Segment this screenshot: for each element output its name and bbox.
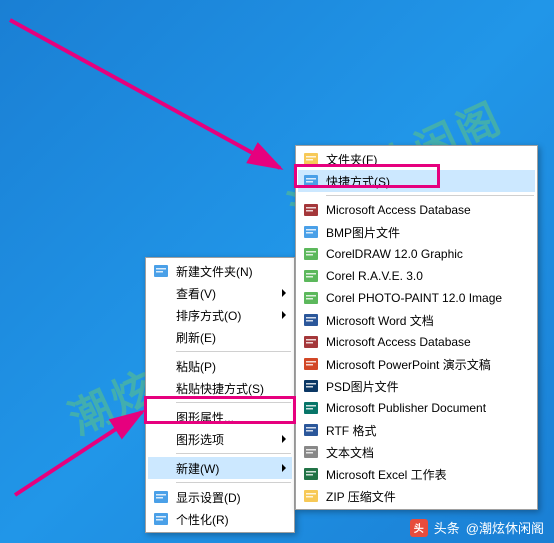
blank-icon bbox=[152, 357, 170, 375]
menu-item-label: Microsoft Word 文档 bbox=[326, 312, 517, 329]
menu-item[interactable]: 文本文档 bbox=[298, 441, 535, 463]
menu-item[interactable]: ZIP 压缩文件 bbox=[298, 485, 535, 507]
rave-icon bbox=[302, 267, 320, 285]
menu-item-label: 个性化(R) bbox=[176, 511, 274, 528]
blank-icon bbox=[152, 379, 170, 397]
cdr-icon bbox=[302, 245, 320, 263]
rtf-icon bbox=[302, 421, 320, 439]
access-icon bbox=[302, 333, 320, 351]
word-icon bbox=[302, 311, 320, 329]
menu-item[interactable]: 快捷方式(S) bbox=[298, 170, 535, 192]
chevron-right-icon bbox=[282, 464, 286, 472]
menu-item-label: 粘贴(P) bbox=[176, 358, 274, 375]
txt-icon bbox=[302, 443, 320, 461]
menu-item-label: 粘贴快捷方式(S) bbox=[176, 380, 274, 397]
menu-item[interactable]: Microsoft Access Database bbox=[298, 199, 535, 221]
menu-item-label: CorelDRAW 12.0 Graphic bbox=[326, 247, 517, 261]
menu-item[interactable]: Microsoft Publisher Document bbox=[298, 397, 535, 419]
menu-item-label: BMP图片文件 bbox=[326, 224, 517, 241]
psd-icon bbox=[302, 377, 320, 395]
menu-item-label: 文本文档 bbox=[326, 444, 517, 461]
blank-icon bbox=[152, 459, 170, 477]
chevron-right-icon bbox=[282, 311, 286, 319]
menu-separator bbox=[326, 195, 534, 196]
zip-icon bbox=[302, 487, 320, 505]
share-icon bbox=[152, 262, 170, 280]
menu-item-label: Microsoft Excel 工作表 bbox=[326, 466, 517, 483]
menu-item[interactable]: Corel PHOTO-PAINT 12.0 Image bbox=[298, 287, 535, 309]
menu-item[interactable]: PSD图片文件 bbox=[298, 375, 535, 397]
blank-icon bbox=[152, 284, 170, 302]
menu-item[interactable]: Microsoft Word 文档 bbox=[298, 309, 535, 331]
excel-icon bbox=[302, 465, 320, 483]
annotation-arrow bbox=[0, 0, 300, 200]
menu-item-label: Microsoft PowerPoint 演示文稿 bbox=[326, 356, 517, 373]
menu-item-label: 刷新(E) bbox=[176, 329, 274, 346]
menu-item-label: 图形属性... bbox=[176, 409, 274, 426]
chevron-right-icon bbox=[282, 435, 286, 443]
menu-item-label: Microsoft Publisher Document bbox=[326, 401, 517, 415]
menu-item[interactable]: Microsoft PowerPoint 演示文稿 bbox=[298, 353, 535, 375]
menu-item-label: 文件夹(F) bbox=[326, 151, 517, 168]
menu-item-label: 快捷方式(S) bbox=[326, 173, 517, 190]
menu-separator bbox=[176, 482, 291, 483]
menu-item-label: 显示设置(D) bbox=[176, 489, 274, 506]
menu-item[interactable]: 图形属性... bbox=[148, 406, 292, 428]
personalize-icon bbox=[152, 510, 170, 528]
menu-item[interactable]: 排序方式(O) bbox=[148, 304, 292, 326]
menu-item-label: 新建文件夹(N) bbox=[176, 263, 274, 280]
blank-icon bbox=[152, 430, 170, 448]
menu-item[interactable]: 粘贴快捷方式(S) bbox=[148, 377, 292, 399]
display-icon bbox=[152, 488, 170, 506]
pub-icon bbox=[302, 399, 320, 417]
menu-item-label: 排序方式(O) bbox=[176, 307, 274, 324]
access-icon bbox=[302, 201, 320, 219]
menu-item-label: Corel PHOTO-PAINT 12.0 Image bbox=[326, 291, 517, 305]
menu-item[interactable]: BMP图片文件 bbox=[298, 221, 535, 243]
menu-item[interactable]: 查看(V) bbox=[148, 282, 292, 304]
menu-item-label: Microsoft Access Database bbox=[326, 203, 517, 217]
menu-item[interactable]: RTF 格式 bbox=[298, 419, 535, 441]
cpt-icon bbox=[302, 289, 320, 307]
footer-prefix: 头条 bbox=[434, 518, 460, 537]
menu-item[interactable]: 显示设置(D) bbox=[148, 486, 292, 508]
menu-item[interactable]: Microsoft Excel 工作表 bbox=[298, 463, 535, 485]
ppt-icon bbox=[302, 355, 320, 373]
bmp-icon bbox=[302, 223, 320, 241]
menu-item[interactable]: 新建(W) bbox=[148, 457, 292, 479]
new-submenu[interactable]: 文件夹(F) 快捷方式(S) Microsoft Access Database BM… bbox=[295, 145, 538, 510]
menu-item-label: Microsoft Access Database bbox=[326, 335, 517, 349]
desktop-context-menu[interactable]: 新建文件夹(N) 查看(V) 排序方式(O) 刷新(E) 粘贴(P) 粘贴快捷方式(S) 图… bbox=[145, 257, 295, 533]
menu-item-label: Corel R.A.V.E. 3.0 bbox=[326, 269, 517, 283]
menu-separator bbox=[176, 453, 291, 454]
menu-item[interactable]: CorelDRAW 12.0 Graphic bbox=[298, 243, 535, 265]
toutiao-logo-icon: 头 bbox=[410, 519, 428, 537]
menu-item-label: 查看(V) bbox=[176, 285, 274, 302]
menu-item[interactable]: Corel R.A.V.E. 3.0 bbox=[298, 265, 535, 287]
blank-icon bbox=[152, 328, 170, 346]
folder-icon bbox=[302, 150, 320, 168]
blank-icon bbox=[152, 306, 170, 324]
shortcut-icon bbox=[302, 172, 320, 190]
menu-separator bbox=[176, 351, 291, 352]
menu-item[interactable]: 文件夹(F) bbox=[298, 148, 535, 170]
blank-icon bbox=[152, 408, 170, 426]
menu-item[interactable]: 新建文件夹(N) bbox=[148, 260, 292, 282]
menu-item-label: PSD图片文件 bbox=[326, 378, 517, 395]
menu-item[interactable]: Microsoft Access Database bbox=[298, 331, 535, 353]
chevron-right-icon bbox=[282, 289, 286, 297]
menu-item-label: RTF 格式 bbox=[326, 422, 517, 439]
menu-item[interactable]: 刷新(E) bbox=[148, 326, 292, 348]
menu-item[interactable]: 粘贴(P) bbox=[148, 355, 292, 377]
menu-item-label: 图形选项 bbox=[176, 431, 274, 448]
menu-item-label: ZIP 压缩文件 bbox=[326, 488, 517, 505]
menu-separator bbox=[176, 402, 291, 403]
footer-account: @潮炫休闲阁 bbox=[466, 518, 544, 537]
attribution-footer: 头 头条 @潮炫休闲阁 bbox=[410, 518, 544, 537]
menu-item-label: 新建(W) bbox=[176, 460, 274, 477]
menu-item[interactable]: 个性化(R) bbox=[148, 508, 292, 530]
menu-item[interactable]: 图形选项 bbox=[148, 428, 292, 450]
